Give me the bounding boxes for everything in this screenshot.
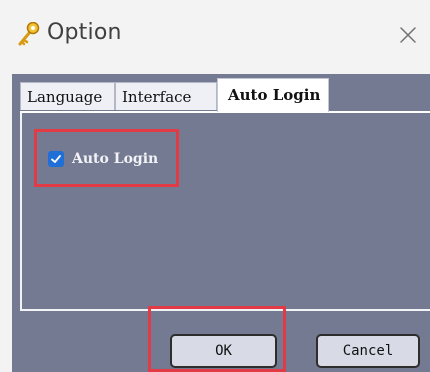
ok-button[interactable]: OK	[170, 334, 277, 368]
option-dialog: Option Language Interface Auto Login Aut…	[0, 0, 430, 372]
auto-login-checkbox[interactable]	[48, 151, 64, 167]
tab-panel-auto-login	[20, 111, 430, 311]
title-bar: Option	[0, 0, 430, 74]
close-icon[interactable]	[395, 22, 421, 48]
auto-login-option[interactable]: Auto Login	[48, 146, 158, 172]
auto-login-label: Auto Login	[72, 151, 159, 167]
tab-label: Auto Login	[228, 86, 321, 104]
dialog-title: Option	[47, 20, 122, 45]
tab-language[interactable]: Language	[20, 82, 115, 110]
key-icon	[16, 21, 40, 46]
tab-auto-login[interactable]: Auto Login	[217, 78, 329, 112]
check-icon	[51, 155, 61, 163]
cancel-button[interactable]: Cancel	[316, 334, 420, 368]
tab-label: Interface	[122, 88, 192, 106]
tab-interface[interactable]: Interface	[115, 82, 217, 110]
tab-label: Language	[27, 88, 103, 106]
